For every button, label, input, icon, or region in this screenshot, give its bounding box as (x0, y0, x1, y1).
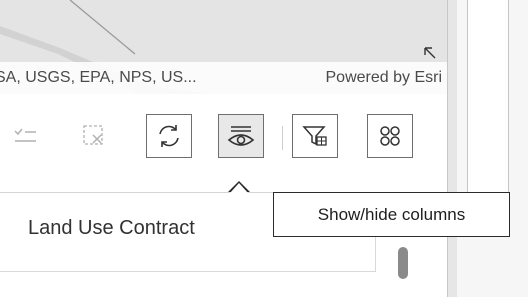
expand-arrow-icon[interactable] (422, 45, 438, 61)
eye-columns-icon (227, 126, 255, 146)
refresh-button[interactable] (146, 114, 192, 158)
tooltip-arrow-fill (230, 183, 248, 193)
map-attribution: SA, USGS, EPA, NPS, US... Powered by Esr… (0, 62, 447, 94)
filter-button[interactable] (292, 114, 338, 158)
scrollbar-thumb[interactable] (398, 247, 408, 279)
show-selection-button[interactable] (2, 114, 48, 158)
powered-by-esri[interactable]: Powered by Esri (326, 62, 443, 94)
grid-icon (380, 126, 400, 146)
clear-selection-button[interactable] (71, 114, 117, 158)
list-check-icon (14, 128, 36, 142)
show-hide-columns-button[interactable] (218, 114, 264, 158)
map-view[interactable]: SA, USGS, EPA, NPS, US... Powered by Esr… (0, 0, 447, 94)
table-toolbar (0, 94, 447, 192)
clear-selection-icon (83, 125, 103, 145)
show-hide-columns-tooltip: Show/hide columns (273, 192, 510, 237)
table-panel: SA, USGS, EPA, NPS, US... Powered by Esr… (0, 0, 447, 297)
refresh-icon (159, 125, 179, 147)
filter-table-icon (302, 126, 327, 146)
column-header-label: Land Use Contract (28, 217, 195, 239)
toolbar-separator (282, 126, 283, 150)
attribution-sources[interactable]: SA, USGS, EPA, NPS, US... (0, 62, 197, 94)
more-options-button[interactable] (367, 114, 413, 158)
side-panel (457, 0, 528, 297)
